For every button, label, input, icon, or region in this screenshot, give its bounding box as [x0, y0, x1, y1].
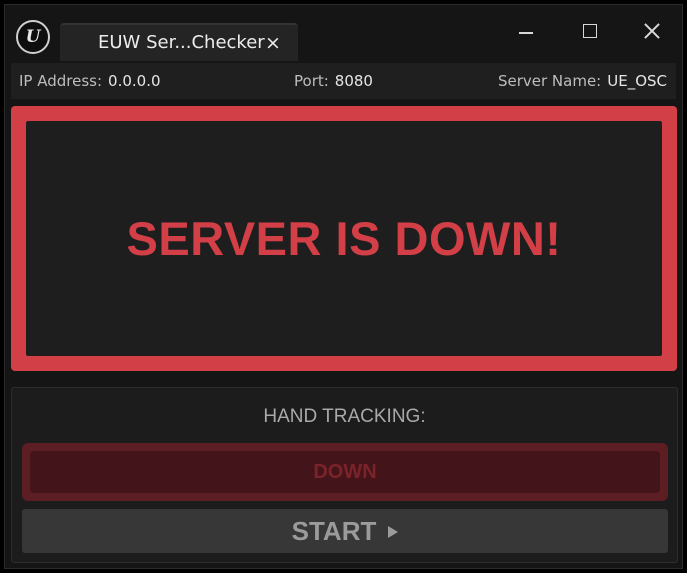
server-info-bar: IP Address: 0.0.0.0 Port: 8080 Server Name…: [11, 63, 676, 99]
server-status-inner: SERVER IS DOWN!: [26, 121, 662, 356]
port-label: Port:: [294, 72, 329, 90]
minimize-icon: [519, 32, 533, 34]
server-name-value: UE_OSC: [607, 72, 667, 90]
tracking-state-inner: DOWN: [30, 451, 660, 493]
maximize-icon: [583, 24, 597, 38]
close-window-button[interactable]: [633, 17, 671, 45]
logo-letter: U: [25, 27, 41, 47]
tab-close-icon[interactable]: ×: [265, 32, 281, 54]
server-status-message: SERVER IS DOWN!: [126, 212, 562, 265]
close-icon: [644, 23, 660, 39]
hand-tracking-panel: HAND TRACKING: DOWN START: [11, 387, 678, 563]
tracking-state-button[interactable]: DOWN: [22, 443, 668, 501]
hand-tracking-label: HAND TRACKING:: [263, 406, 426, 427]
ip-address-value: 0.0.0.0: [108, 72, 161, 90]
server-name-label: Server Name:: [497, 72, 602, 90]
tracking-state-label: DOWN: [313, 460, 377, 483]
start-button-label: START: [291, 515, 377, 546]
port-value: 8080: [334, 72, 373, 90]
tab-title: EUW Ser...Checker: [98, 32, 265, 53]
minimize-button[interactable]: [507, 17, 545, 45]
unreal-engine-icon[interactable]: U: [16, 20, 50, 54]
start-button[interactable]: START: [22, 509, 668, 553]
port-info: Port: 8080: [294, 72, 373, 90]
server-status-panel: SERVER IS DOWN!: [11, 106, 677, 371]
title-bar: U EUW Ser...Checker ×: [5, 5, 682, 61]
play-icon: [388, 526, 399, 538]
server-name-info: Server Name: UE_OSC: [498, 72, 667, 90]
editor-utility-window: U EUW Ser...Checker × IP Address: 0.0.0.0…: [4, 4, 683, 569]
tab-server-checker[interactable]: EUW Ser...Checker ×: [60, 23, 298, 61]
ip-address-info: IP Address: 0.0.0.0: [19, 72, 161, 90]
maximize-button[interactable]: [571, 17, 609, 45]
ip-address-label: IP Address:: [19, 72, 103, 90]
